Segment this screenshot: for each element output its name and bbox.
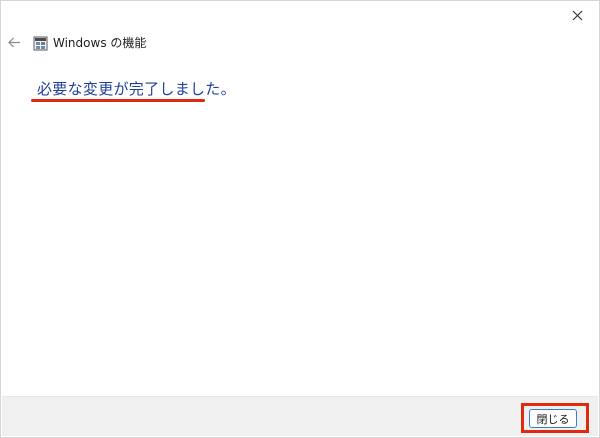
- windows-features-icon: [33, 36, 48, 51]
- dialog-footer: 閉じる: [2, 396, 598, 436]
- close-button[interactable]: 閉じる: [529, 409, 577, 428]
- windows-features-dialog: Windows の機能 必要な変更が完了しました。 閉じる: [0, 0, 600, 438]
- close-window-button[interactable]: [563, 5, 591, 25]
- window-title: Windows の機能: [53, 36, 147, 50]
- status-message: 必要な変更が完了しました。: [37, 80, 236, 98]
- back-arrow-icon: [7, 37, 20, 47]
- back-button[interactable]: [5, 33, 23, 51]
- annotation-underline: [31, 99, 205, 102]
- close-icon: [572, 10, 582, 20]
